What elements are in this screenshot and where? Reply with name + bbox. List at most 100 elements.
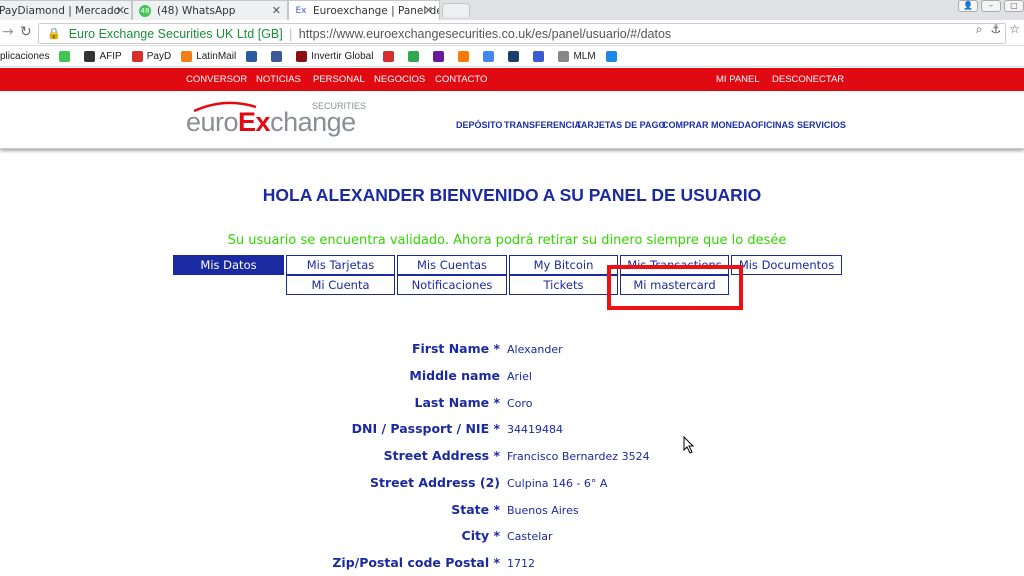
site-top-nav: CONVERSOR NOTICIAS PERSONAL NEGOCIOS CON… bbox=[0, 68, 1024, 91]
field-value: Francisco Bernardez 3524 bbox=[507, 450, 650, 463]
nav-oficinas[interactable]: OFICINAS bbox=[751, 120, 794, 130]
nav-personal[interactable]: PERSONAL bbox=[313, 74, 365, 85]
bookmark-item[interactable]: MLM bbox=[558, 51, 596, 62]
field-value: Castelar bbox=[507, 530, 553, 543]
bookmark-label: MLM bbox=[573, 51, 596, 62]
browser-tab-whatsapp[interactable]: 48 (48) WhatsApp ✕ bbox=[132, 0, 288, 20]
bookmark-favicon-icon bbox=[605, 51, 617, 62]
field-value: 1712 bbox=[507, 557, 535, 570]
field-value: Ariel bbox=[507, 370, 532, 383]
field-label: Street Address (2) bbox=[370, 475, 500, 490]
browser-tab-euroexchange[interactable]: Ex Euroexchange | Panel de ✕ bbox=[288, 0, 440, 20]
bookmark-item[interactable]: AFIP bbox=[84, 51, 122, 62]
nav-conversor[interactable]: CONVERSOR bbox=[186, 74, 247, 85]
bookmark-label: PayD bbox=[146, 51, 172, 62]
bookmark-item[interactable] bbox=[246, 51, 261, 62]
bookmarks-bar: plicaciones AFIP PayD LatinMail Invertir Glo… bbox=[0, 47, 1024, 67]
tab-mis-cuentas[interactable]: Mis Cuentas bbox=[397, 255, 507, 275]
bookmark-item[interactable] bbox=[433, 51, 448, 62]
field-middle-name: Middle name Ariel bbox=[0, 368, 1024, 388]
tab-mis-datos[interactable]: Mis Datos bbox=[173, 255, 284, 275]
bookmark-item[interactable] bbox=[508, 51, 523, 62]
address-bar-row: → ↻ 🔒 Euro Exchange Securities UK Ltd [G… bbox=[0, 20, 1024, 46]
bookmark-favicon-icon bbox=[131, 51, 143, 62]
tab-mis-tarjetas[interactable]: Mis Tarjetas bbox=[286, 255, 395, 275]
bookmark-item[interactable] bbox=[533, 51, 548, 62]
bookmark-item[interactable] bbox=[59, 51, 74, 62]
nav-negocios[interactable]: NEGOCIOS bbox=[374, 74, 425, 85]
field-first-name: First Name * Alexander bbox=[0, 341, 1024, 361]
tab-notificaciones[interactable]: Notificaciones bbox=[397, 275, 507, 295]
close-icon[interactable]: ✕ bbox=[424, 4, 433, 17]
mouse-cursor-icon bbox=[683, 436, 695, 454]
field-value: 34419484 bbox=[507, 423, 563, 436]
nav-deposito[interactable]: DEPÓSITO bbox=[456, 120, 502, 130]
tab-mi-cuenta[interactable]: Mi Cuenta bbox=[286, 275, 395, 295]
nav-noticias[interactable]: NOTICIAS bbox=[256, 74, 301, 85]
maximize-button[interactable]: ▢ bbox=[1004, 0, 1024, 12]
site-identity[interactable]: Euro Exchange Securities UK Ltd [GB] bbox=[69, 27, 283, 41]
browser-tab-paydiamond[interactable]: PayDiamond | Mercado c ✕ bbox=[0, 0, 132, 20]
profile-icon[interactable]: 👤 bbox=[958, 0, 978, 12]
field-label: State * bbox=[451, 502, 500, 517]
euroexchange-logo[interactable]: euroExchange SECURITIES bbox=[186, 99, 366, 141]
tab-tickets[interactable]: Tickets bbox=[509, 275, 618, 295]
bookmark-item[interactable]: PayD bbox=[131, 51, 172, 62]
nav-servicios[interactable]: SERVICIOS bbox=[797, 120, 846, 130]
new-tab-button[interactable] bbox=[442, 3, 470, 17]
site-header: euroExchange SECURITIES DEPÓSITO TRANSFE… bbox=[0, 91, 1024, 149]
browser-tab-strip: PayDiamond | Mercado c ✕ 48 (48) WhatsAp… bbox=[0, 0, 1024, 20]
bookmark-favicon-icon bbox=[271, 51, 283, 62]
bookmark-item[interactable] bbox=[483, 51, 498, 62]
bookmark-item[interactable] bbox=[271, 51, 286, 62]
bookmark-favicon-icon bbox=[408, 51, 420, 62]
close-icon[interactable]: ✕ bbox=[116, 4, 125, 17]
bookmark-item[interactable] bbox=[408, 51, 423, 62]
bookmark-favicon-icon bbox=[246, 51, 258, 62]
nav-transferencia[interactable]: TRANSFERENCIA bbox=[504, 120, 581, 130]
lock-icon: 🔒 bbox=[47, 27, 61, 40]
euroexchange-favicon-icon: Ex bbox=[295, 4, 307, 17]
field-street-address-2: Street Address (2) Culpina 146 - 6° A bbox=[0, 475, 1024, 495]
bookmark-item[interactable] bbox=[458, 51, 473, 62]
field-zip: Zip/Postal code Postal * 1712 bbox=[0, 555, 1024, 575]
star-icon[interactable]: ☆ bbox=[1009, 22, 1020, 37]
back-arrow-icon[interactable]: → bbox=[2, 24, 14, 40]
tab-title: Euroexchange | Panel de bbox=[313, 4, 440, 17]
field-state: State * Buenos Aires bbox=[0, 502, 1024, 522]
bookmark-item[interactable]: plicaciones bbox=[0, 51, 49, 62]
tab-title: (48) WhatsApp bbox=[157, 4, 236, 17]
bookmark-item[interactable] bbox=[605, 51, 621, 62]
field-street-address: Street Address * Francisco Bernardez 352… bbox=[0, 448, 1024, 468]
minimize-button[interactable]: – bbox=[981, 0, 1001, 12]
bookmark-favicon-icon bbox=[458, 51, 470, 62]
field-label: City * bbox=[461, 528, 500, 543]
whatsapp-icon: 48 bbox=[139, 4, 151, 17]
field-last-name: Last Name * Coro bbox=[0, 395, 1024, 415]
bookmark-item[interactable]: LatinMail bbox=[181, 51, 236, 62]
nav-contacto[interactable]: CONTACTO bbox=[435, 74, 487, 85]
highlight-annotation bbox=[607, 265, 743, 310]
nav-desconectar[interactable]: DESCONECTAR bbox=[772, 74, 844, 85]
bookmark-favicon-icon bbox=[84, 51, 96, 62]
field-value: Culpina 146 - 6° A bbox=[507, 477, 608, 490]
pin-icon[interactable]: ⚓ bbox=[990, 22, 1001, 37]
tab-mis-documentos[interactable]: Mis Documentos bbox=[731, 255, 842, 275]
url-text[interactable]: https://www.euroexchangesecurities.co.uk… bbox=[299, 27, 671, 41]
nav-tarjetas-de-pago[interactable]: TARJETAS DE PAGO bbox=[576, 120, 666, 130]
nav-comprar-moneda[interactable]: COMPRAR MONEDA bbox=[662, 120, 751, 130]
logo-euro: euro bbox=[186, 107, 239, 137]
field-dni: DNI / Passport / NIE * 34419484 bbox=[0, 421, 1024, 441]
validation-message: Su usuario se encuentra validado. Ahora … bbox=[227, 233, 787, 248]
zoom-icon[interactable]: ⌕ bbox=[976, 22, 983, 37]
tab-my-bitcoin[interactable]: My Bitcoin bbox=[509, 255, 618, 275]
page-title: HOLA ALEXANDER BIENVENIDO A SU PANEL DE … bbox=[262, 185, 762, 205]
tab-title: PayDiamond | Mercado c bbox=[0, 4, 130, 17]
address-bar[interactable]: 🔒 Euro Exchange Securities UK Ltd [GB] |… bbox=[38, 23, 1006, 44]
field-label: Street Address * bbox=[383, 448, 500, 463]
close-icon[interactable]: ✕ bbox=[272, 4, 281, 17]
nav-mi-panel[interactable]: MI PANEL bbox=[716, 74, 760, 85]
reload-icon[interactable]: ↻ bbox=[20, 24, 32, 40]
bookmark-item[interactable] bbox=[383, 51, 398, 62]
bookmark-item[interactable]: Invertir Global bbox=[296, 51, 373, 62]
